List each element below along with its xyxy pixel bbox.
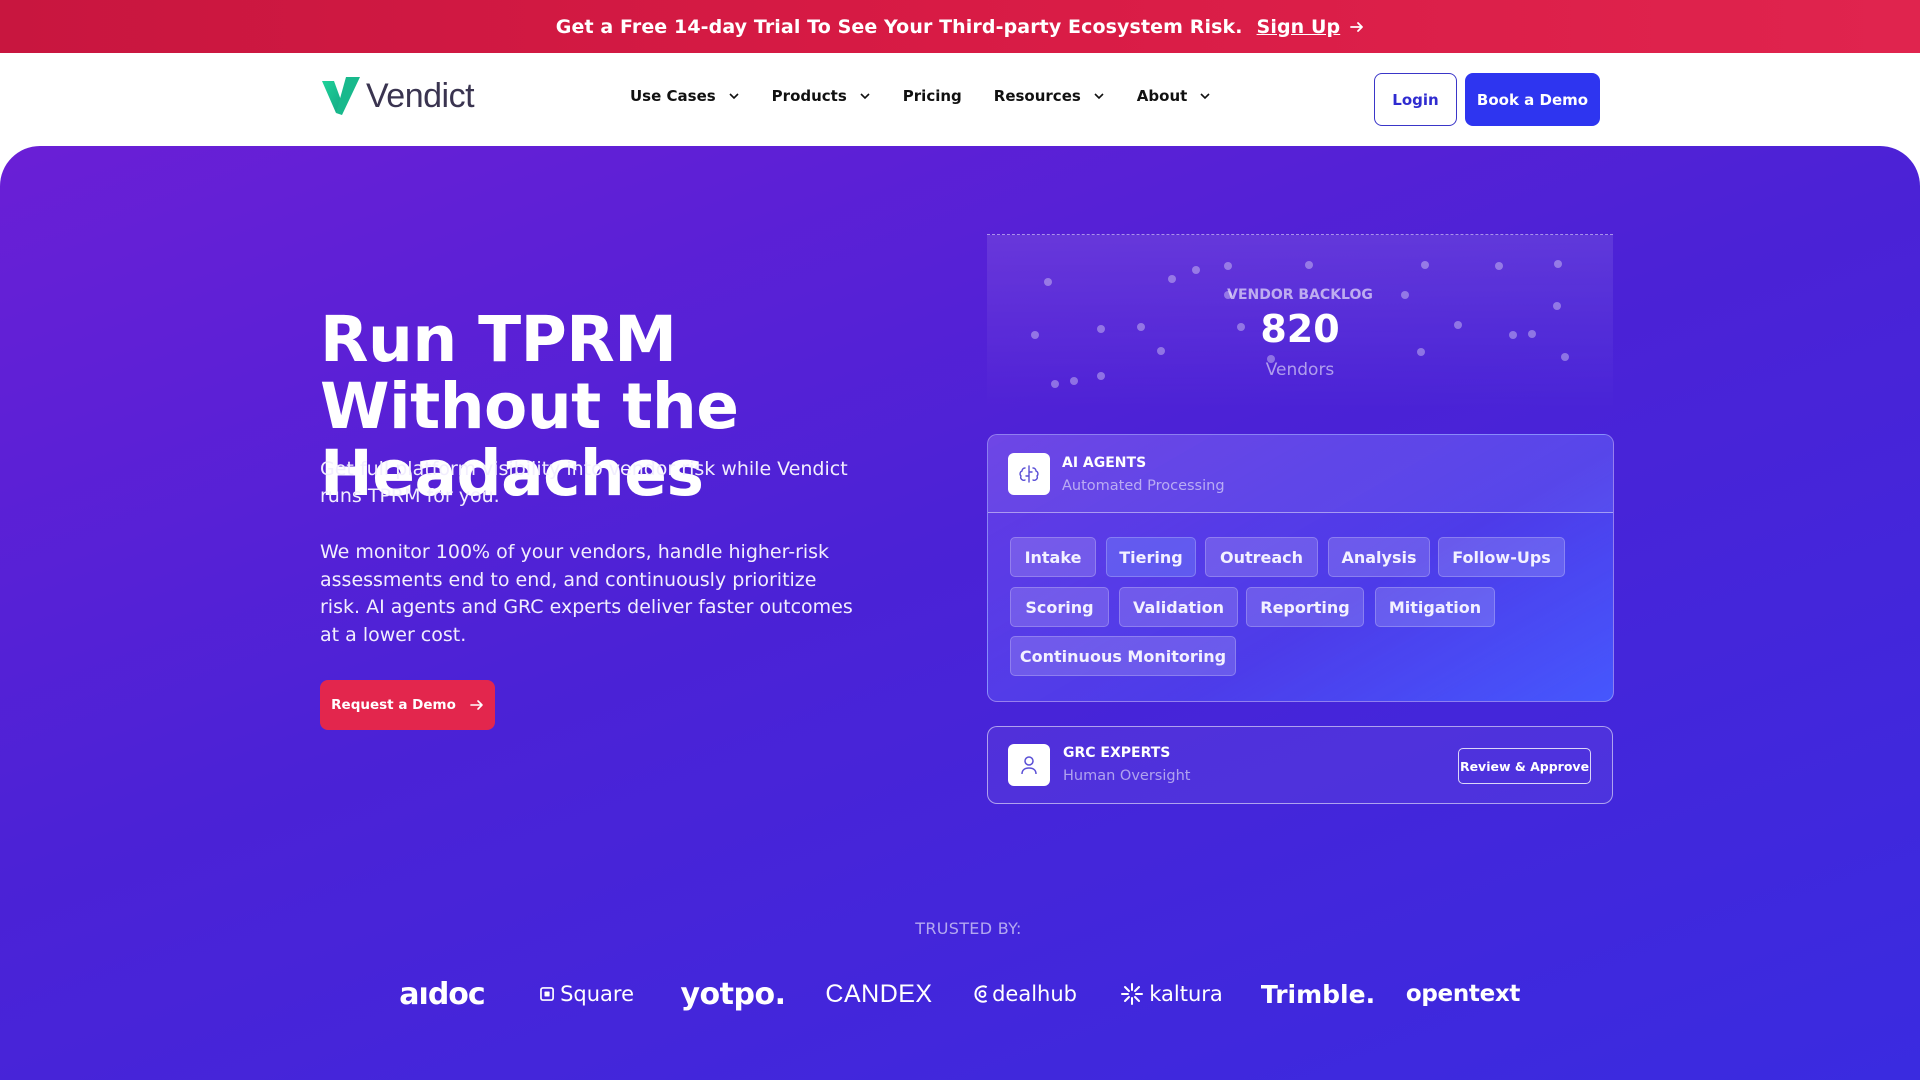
backlog-unit: Vendors (1265, 360, 1335, 380)
ai-agents-header: AI AGENTS Automated Processing (988, 435, 1613, 513)
vendict-logo[interactable]: Vendict (320, 75, 475, 117)
chip-analysis[interactable]: Analysis (1328, 537, 1430, 577)
square-logo-icon (540, 987, 554, 1001)
grc-subtitle: Human Oversight (1063, 768, 1191, 784)
main-nav: Use Cases Products Pricing Resources Abo… (630, 87, 1211, 105)
kaltura-label: kaltura (1149, 982, 1223, 1006)
announcement-bar: Get a Free 14-day Trial To See Your Thir… (0, 0, 1920, 53)
ai-agents-subtitle: Automated Processing (1062, 478, 1225, 494)
chip-intake[interactable]: Intake (1010, 537, 1096, 577)
nav-pricing[interactable]: Pricing (903, 87, 962, 105)
chevron-down-icon (1200, 93, 1210, 100)
chip-mitigation[interactable]: Mitigation (1375, 587, 1495, 627)
review-approve-button[interactable]: Review & Approve (1458, 748, 1591, 784)
ai-brain-icon (1008, 453, 1050, 495)
chevron-down-icon (1094, 93, 1104, 100)
logo-square: Square (540, 972, 634, 1016)
sign-up-link[interactable]: Sign Up (1257, 16, 1365, 38)
hero-subtitle: Get full platform visibility into vendor… (320, 458, 848, 507)
chip-scoring[interactable]: Scoring (1010, 587, 1109, 627)
square-label: Square (560, 982, 634, 1006)
person-icon (1008, 744, 1050, 786)
nav-label: Use Cases (630, 87, 716, 105)
chip-continuous-monitoring[interactable]: Continuous Monitoring (1010, 636, 1236, 676)
backlog-dot (1224, 262, 1232, 270)
hero-body: We monitor 100% of your vendors, handle … (320, 541, 853, 646)
logo-text: Vendict (366, 76, 475, 115)
chip-follow-ups[interactable]: Follow-Ups (1438, 537, 1565, 577)
trusted-by-label: TRUSTED BY: (915, 919, 1022, 938)
vendor-backlog-panel: VENDOR BACKLOG 820 Vendors (987, 234, 1613, 409)
arrow-right-icon (1350, 21, 1364, 32)
backlog-dot (1044, 278, 1052, 286)
backlog-dot (1554, 260, 1562, 268)
backlog-dot (1495, 262, 1503, 270)
dealhub-label: dealhub (992, 982, 1077, 1006)
chip-validation[interactable]: Validation (1119, 587, 1238, 627)
nav-products[interactable]: Products (772, 87, 871, 105)
logo-dealhub: dealhub (973, 972, 1077, 1016)
nav-use-cases[interactable]: Use Cases (630, 87, 740, 105)
logo-yotpo: yotpo. (680, 976, 787, 1012)
request-demo-button[interactable]: Request a Demo (320, 680, 495, 730)
nav-label: Pricing (902, 87, 962, 105)
nav-label: Products (771, 87, 847, 105)
ai-agents-card: AI AGENTS Automated Processing Intake Ti… (987, 434, 1614, 702)
announcement-text: Get a Free 14-day Trial To See Your Thir… (555, 15, 1243, 38)
backlog-label: VENDOR BACKLOG (1227, 287, 1373, 303)
nav-about[interactable]: About (1137, 87, 1212, 105)
login-button[interactable]: Login (1374, 73, 1457, 126)
sign-up-label: Sign Up (1256, 15, 1341, 38)
dealhub-logo-icon (974, 985, 988, 1003)
customer-logos: aıdoc Square yotpo. CANDEX dealhub kaltu… (0, 972, 1920, 1016)
backlog-dot (1051, 380, 1059, 388)
ai-agents-title: AI AGENTS (1062, 455, 1147, 471)
trimble-label: Trimble. (1260, 979, 1376, 1009)
backlog-dot (1168, 275, 1176, 283)
chevron-down-icon (729, 93, 739, 100)
logo-opentext: opentext (1405, 981, 1521, 1007)
logo-candex: CANDEX (825, 979, 933, 1008)
kaltura-logo-icon (1121, 983, 1144, 1005)
chip-outreach[interactable]: Outreach (1205, 537, 1318, 577)
site-header: Vendict Use Cases Products Pricing Resou… (0, 53, 1920, 146)
backlog-dot (1305, 261, 1313, 269)
nav-resources[interactable]: Resources (994, 87, 1105, 105)
chip-tiering[interactable]: Tiering (1106, 537, 1196, 577)
nav-label: Resources (993, 87, 1081, 105)
nav-label: About (1136, 87, 1188, 105)
request-demo-label: Request a Demo (331, 697, 456, 713)
book-demo-button[interactable]: Book a Demo (1465, 73, 1600, 126)
logo-aidoc: aıdoc (399, 976, 485, 1012)
grc-title: GRC EXPERTS (1063, 745, 1171, 761)
chip-reporting[interactable]: Reporting (1246, 587, 1364, 627)
backlog-dot (1192, 266, 1200, 274)
backlog-dot (1421, 261, 1429, 269)
logo-trimble: Trimble. (1259, 972, 1375, 1016)
chevron-down-icon (860, 93, 870, 100)
vendict-logo-mark-icon (322, 77, 360, 115)
hero-section: Run TPRM Without the Headaches Get full … (0, 146, 1920, 1080)
backlog-value: 820 (1260, 307, 1340, 351)
arrow-right-icon (470, 700, 483, 710)
grc-experts-card: GRC EXPERTS Human Oversight Review & App… (987, 726, 1613, 804)
logo-kaltura: kaltura (1120, 972, 1224, 1016)
